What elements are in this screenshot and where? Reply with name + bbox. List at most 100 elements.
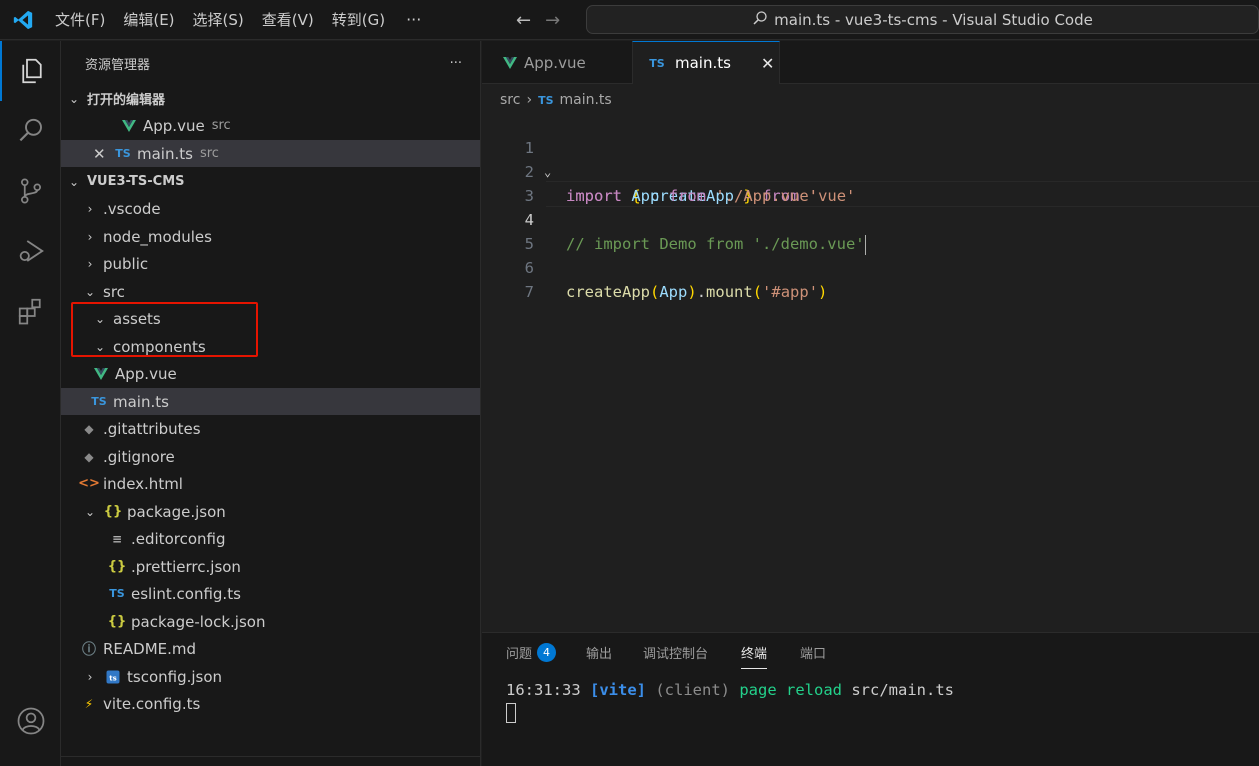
chevron-right-icon: › [87, 669, 93, 684]
back-arrow-icon[interactable]: ← [516, 10, 531, 31]
tab-label: 端口 [800, 646, 827, 662]
tab-app-vue[interactable]: App.vue [482, 41, 632, 84]
code-line: 6 createApp(App).mount('#app') [482, 232, 1259, 301]
terminal-cursor [506, 703, 516, 723]
more-actions-icon[interactable]: ··· [450, 56, 462, 71]
command-center[interactable]: main.ts - vue3-ts-cms - Visual Studio Co… [586, 5, 1259, 34]
activity-bar [0, 41, 61, 766]
tree-folder[interactable]: › node_modules [61, 223, 480, 250]
tree-label: App.vue [115, 364, 177, 383]
json-file-icon: {} [107, 614, 127, 629]
chevron-right-icon: › [87, 256, 93, 271]
section-open-editors[interactable]: ⌄ 打开的编辑器 [61, 85, 480, 112]
tree-file[interactable]: {} package-lock.json [61, 608, 480, 635]
tree-file[interactable]: App.vue [61, 360, 480, 387]
chevron-down-icon: ⌄ [84, 284, 96, 299]
chevron-down-icon: ⌄ [68, 91, 80, 106]
tree-folder[interactable]: › public [61, 250, 480, 277]
menu-view[interactable]: 查看(V) [253, 0, 323, 40]
code-token: createApp [566, 283, 650, 301]
account-icon[interactable] [0, 691, 61, 751]
menu-selection[interactable]: 选择(S) [184, 0, 253, 40]
tree-label: tsconfig.json [127, 667, 223, 686]
tree-file[interactable]: › ts tsconfig.json [61, 663, 480, 690]
chevron-down-icon: ⌄ [84, 504, 96, 519]
open-editor-item[interactable]: ✕ TS main.ts src [61, 140, 480, 167]
open-editor-path: src [199, 146, 219, 161]
search-icon[interactable] [0, 101, 61, 161]
menu-edit[interactable]: 编辑(E) [114, 0, 183, 40]
tab-terminal[interactable]: 终端 [741, 633, 768, 671]
run-debug-icon[interactable] [0, 221, 61, 281]
menu-more-icon[interactable]: ··· [394, 10, 433, 29]
section-project[interactable]: ⌄ VUE3-TS-CMS [61, 168, 480, 195]
close-icon[interactable]: ✕ [93, 145, 113, 163]
extensions-icon[interactable] [0, 281, 61, 341]
explorer-icon[interactable] [0, 41, 61, 101]
code-token: App [659, 283, 688, 301]
tree-file[interactable]: TS main.ts [61, 388, 480, 415]
forward-arrow-icon[interactable]: → [545, 10, 560, 31]
code-token: mount [706, 283, 753, 301]
tab-debug-console[interactable]: 调试控制台 [643, 633, 708, 671]
tree-file[interactable]: <> index.html [61, 470, 480, 497]
editor-tabs: App.vue TS main.ts ✕ [482, 41, 1259, 84]
menu-bar: 文件(F) 编辑(E) 选择(S) 查看(V) 转到(G) ··· [46, 0, 433, 40]
tree-label: main.ts [113, 392, 169, 411]
tree-label: README.md [103, 639, 197, 658]
tab-ports[interactable]: 端口 [800, 633, 826, 671]
tree-label: .gitattributes [103, 419, 201, 438]
tree-label: .prettierrc.json [131, 557, 241, 576]
open-editor-name: App.vue [143, 116, 205, 135]
typescript-file-icon: TS [91, 395, 107, 408]
tab-output[interactable]: 输出 [586, 633, 612, 671]
tab-problems[interactable]: 问题 4 [506, 633, 557, 671]
breadcrumb-folder[interactable]: src [500, 92, 520, 108]
menu-file[interactable]: 文件(F) [46, 0, 114, 40]
code-line: 1 ⌄ import { createApp } from 'vue' [482, 112, 1259, 205]
tab-label: main.ts [675, 54, 731, 72]
explorer-sidebar: 资源管理器 ··· ⌄ 打开的编辑器 App.vue src ✕ TS main… [61, 41, 481, 766]
tree-label: package-lock.json [131, 612, 266, 631]
vue-file-icon [500, 56, 520, 69]
tree-folder[interactable]: › .vscode [61, 195, 480, 222]
config-file-icon: ≡ [111, 531, 123, 546]
tree-file[interactable]: ◆ .gitattributes [61, 415, 480, 442]
tab-label: 终端 [741, 646, 768, 662]
highlight-box [71, 302, 258, 357]
tree-label: package.json [127, 502, 226, 521]
open-editor-item[interactable]: App.vue src [61, 112, 480, 139]
tree-label: index.html [103, 474, 183, 493]
menu-go[interactable]: 转到(G) [323, 0, 394, 40]
terminal-output[interactable]: 16:31:33 [vite] (client) page reload src… [506, 681, 954, 699]
open-editor-path: src [211, 118, 231, 133]
chevron-right-icon: › [87, 201, 93, 216]
section-title: 打开的编辑器 [87, 93, 166, 108]
tree-file[interactable]: ⚡ vite.config.ts [61, 690, 480, 717]
open-editor-name: main.ts [137, 144, 193, 163]
bottom-panel: 问题 4 输出 调试控制台 终端 端口 16:31:33 [vite] (cli… [482, 632, 1259, 766]
tree-file[interactable]: ≡ .editorconfig [61, 525, 480, 552]
tree-file[interactable]: ⓘ README.md [61, 635, 480, 662]
tab-main-ts[interactable]: TS main.ts ✕ [632, 41, 780, 84]
chevron-right-icon: › [87, 229, 93, 244]
git-file-icon: ◆ [84, 421, 94, 436]
tab-label: 调试控制台 [643, 646, 709, 662]
chevron-down-icon: ⌄ [68, 174, 80, 189]
terminal-time: 16:31:33 [506, 681, 581, 699]
typescript-file-icon: TS [538, 93, 554, 107]
close-icon[interactable]: ✕ [761, 54, 774, 73]
tree-file[interactable]: {} .prettierrc.json [61, 553, 480, 580]
tree-folder[interactable]: ⌄ src [61, 278, 480, 305]
breadcrumb-file[interactable]: main.ts [560, 92, 612, 108]
tree-file[interactable]: ⌄ {} package.json [61, 498, 480, 525]
typescript-file-icon: TS [649, 56, 665, 70]
code-line: 4 // import Demo from './demo.vue' [482, 184, 1259, 255]
tree-file[interactable]: ◆ .gitignore [61, 443, 480, 470]
tab-label: App.vue [524, 53, 586, 72]
source-control-icon[interactable] [0, 161, 61, 221]
code-line: 3 [482, 160, 1259, 205]
vue-file-icon [91, 367, 111, 380]
git-file-icon: ◆ [84, 449, 94, 464]
tree-file[interactable]: TS eslint.config.ts [61, 580, 480, 607]
